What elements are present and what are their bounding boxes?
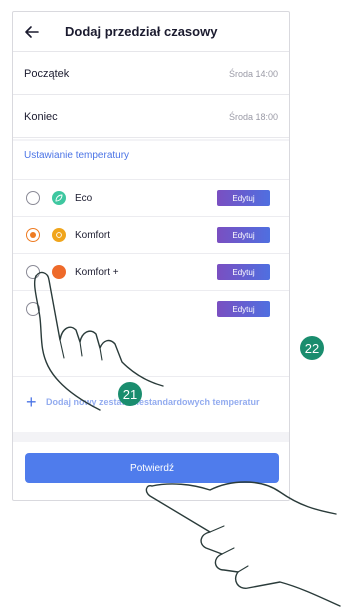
edit-komfort-button[interactable]: Edytuj bbox=[217, 227, 270, 243]
confirm-button[interactable]: Potwierdź bbox=[25, 453, 279, 483]
end-time-label: Koniec bbox=[24, 110, 58, 123]
leaf-icon bbox=[52, 191, 66, 205]
eco-radio[interactable] bbox=[26, 191, 40, 205]
komfort-plus-label: Komfort + bbox=[75, 266, 119, 278]
temp-option-komfort-plus[interactable]: Komfort + Edytuj bbox=[13, 253, 289, 290]
plus-icon[interactable]: + bbox=[26, 392, 37, 413]
section-divider bbox=[13, 139, 289, 141]
custom-radio[interactable] bbox=[26, 302, 40, 316]
komfort-label: Komfort bbox=[75, 229, 111, 241]
temperature-section-title: Ustawianie temperatury bbox=[24, 150, 130, 161]
sun-icon bbox=[52, 228, 66, 242]
temp-option-eco[interactable]: Eco Edytuj bbox=[13, 179, 289, 216]
arrow-left-icon[interactable] bbox=[23, 23, 41, 41]
start-time-label: Początek bbox=[24, 67, 70, 80]
edit-komfort-plus-button[interactable]: Edytuj bbox=[217, 264, 270, 280]
sun-plus-icon bbox=[52, 265, 66, 279]
komfort-radio[interactable] bbox=[26, 228, 40, 242]
step-badge-21: 21 bbox=[118, 382, 142, 406]
eco-label: Eco bbox=[75, 192, 93, 204]
temp-option-komfort[interactable]: Komfort Edytuj bbox=[13, 216, 289, 253]
add-custom-temperature-row[interactable]: + Dodaj nowy zestaw niestandardowych tem… bbox=[13, 376, 289, 432]
step-badge-22: 22 bbox=[300, 336, 324, 360]
add-custom-temperature-link[interactable]: Dodaj nowy zestaw niestandardowych tempe… bbox=[46, 395, 271, 409]
page-title: Dodaj przedział czasowy bbox=[65, 24, 218, 39]
footer-gap bbox=[13, 432, 289, 442]
start-time-row[interactable]: Początek Środa 14:00 bbox=[13, 53, 289, 95]
start-time-value: Środa 14:00 bbox=[228, 68, 278, 79]
edit-custom-button[interactable]: Edytuj bbox=[217, 301, 270, 317]
temp-option-custom[interactable]: Edytuj bbox=[13, 290, 289, 327]
end-time-row[interactable]: Koniec Środa 18:00 bbox=[13, 96, 289, 138]
komfort-plus-radio[interactable] bbox=[26, 265, 40, 279]
phone-screen: Dodaj przedział czasowy Początek Środa 1… bbox=[12, 11, 290, 501]
app-header: Dodaj przedział czasowy bbox=[13, 12, 289, 52]
edit-eco-button[interactable]: Edytuj bbox=[217, 190, 270, 206]
end-time-value: Środa 18:00 bbox=[228, 111, 278, 122]
